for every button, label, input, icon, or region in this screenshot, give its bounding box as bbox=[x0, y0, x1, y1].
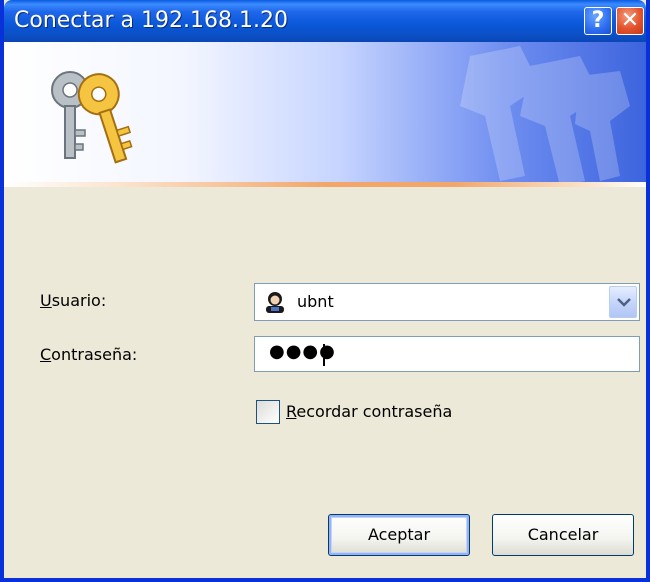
close-icon: ✕ bbox=[620, 8, 640, 33]
text-caret bbox=[323, 344, 325, 366]
user-combobox[interactable]: ubnt bbox=[254, 283, 640, 321]
help-button[interactable]: ? bbox=[584, 7, 612, 35]
login-dialog: Conectar a 192.168.1.20 ? ✕ Usuario: ubn… bbox=[0, 0, 650, 582]
remember-password-checkbox[interactable] bbox=[256, 400, 280, 424]
password-masked-value: ●●●● bbox=[269, 341, 336, 362]
user-value: ubnt bbox=[297, 292, 334, 311]
banner-accent-stripe bbox=[4, 182, 646, 187]
dialog-content: Usuario: ubnt Contraseña: ●●●● Recordar … bbox=[4, 188, 646, 578]
user-icon bbox=[266, 292, 284, 313]
chevron-down-icon bbox=[617, 298, 631, 307]
cancel-button[interactable]: Cancelar bbox=[492, 514, 634, 556]
password-input[interactable]: ●●●● bbox=[254, 336, 640, 372]
keys-icon bbox=[51, 71, 133, 164]
password-label: Contraseña: bbox=[40, 345, 138, 364]
watermark-keys-icon bbox=[460, 46, 630, 185]
user-label: Usuario: bbox=[40, 291, 107, 310]
close-button[interactable]: ✕ bbox=[616, 7, 644, 35]
dialog-banner bbox=[4, 42, 646, 185]
user-dropdown-button[interactable] bbox=[609, 286, 637, 318]
help-icon: ? bbox=[591, 8, 605, 33]
ok-button[interactable]: Aceptar bbox=[328, 514, 470, 556]
window-title: Conectar a 192.168.1.20 bbox=[14, 8, 288, 33]
remember-password-label[interactable]: Recordar contraseña bbox=[286, 402, 452, 421]
title-bar[interactable]: Conectar a 192.168.1.20 ? ✕ bbox=[4, 0, 646, 42]
